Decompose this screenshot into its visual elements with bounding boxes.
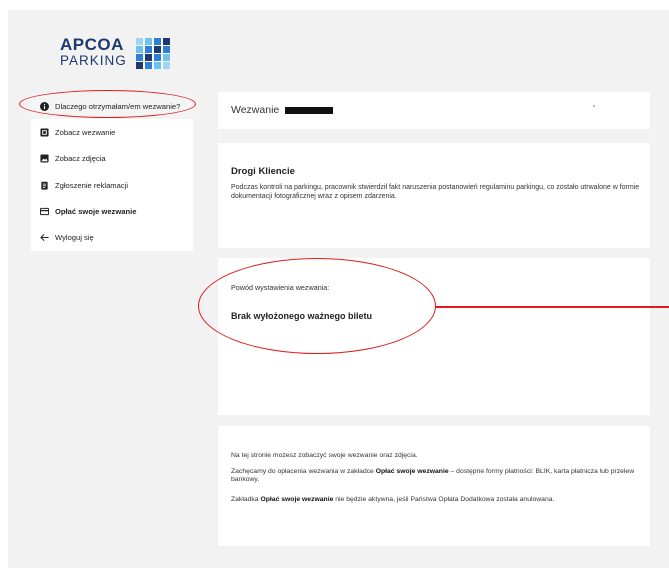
- sidebar-item-view-summons[interactable]: Zobacz wezwanie: [31, 119, 193, 145]
- info-text: Zakładka: [231, 496, 261, 503]
- image-icon: [40, 154, 49, 163]
- sidebar-item-why-summons[interactable]: Dlaczego otrzymałam/em wezwanie?: [31, 93, 193, 120]
- greeting-heading: Drogi Kliencie: [231, 166, 295, 177]
- logo-parking-text: PARKING: [60, 53, 127, 68]
- page-title: Wezwanie: [231, 104, 334, 116]
- info-text: nie będzie aktywna, jeśli Państwa Opłata…: [333, 496, 555, 503]
- intro-panel: Drogi Kliencie Podczas kontroli na parki…: [218, 143, 650, 248]
- sidebar-item-label: Zobacz zdjęcia: [55, 154, 106, 164]
- credit-card-icon: [40, 207, 49, 216]
- decorative-dot: [593, 105, 595, 107]
- arrow-left-icon: [40, 233, 49, 242]
- sidebar-item-label: Zobacz wezwanie: [55, 127, 116, 137]
- info-line-view: Na tej stronie możesz zobaczyć swoje wez…: [231, 452, 418, 459]
- sidebar-item-view-photos[interactable]: Zobacz zdjęcia: [31, 146, 193, 172]
- pay-tab-reference: Opłać swoje wezwanie: [260, 496, 334, 503]
- reason-value: Brak wyłożonego ważnego biletu: [231, 311, 373, 321]
- sidebar-item-logout[interactable]: Wyloguj się: [31, 224, 193, 250]
- info-line-inactive: Zakładka Opłać swoje wezwanie nie będzie…: [231, 496, 641, 504]
- info-text: Zachęcamy do opłacenia wezwania w zakład…: [231, 468, 376, 475]
- logo-apcoa-text: APCOA: [60, 35, 124, 54]
- sidebar-item-label: Zgłoszenie reklamacji: [55, 180, 129, 190]
- info-panel: Na tej stronie możesz zobaczyć swoje wez…: [218, 426, 650, 546]
- apcoa-logo[interactable]: APCOA PARKING: [60, 36, 170, 70]
- intro-text: Podczas kontroli na parkingu, pracownik …: [231, 184, 640, 200]
- document-icon: [40, 128, 49, 137]
- info-line-pay: Zachęcamy do opłacenia wezwania w zakład…: [231, 468, 641, 484]
- sidebar-item-label: Opłać swoje wezwanie: [55, 206, 137, 216]
- redacted-summons-number: [285, 106, 334, 114]
- sidebar-item-label: Dlaczego otrzymałam/em wezwanie?: [55, 101, 181, 111]
- sidebar-item-pay-summons[interactable]: Opłać swoje wezwanie: [31, 198, 193, 224]
- sidebar-nav: Dlaczego otrzymałam/em wezwanie? Zobacz …: [31, 93, 193, 251]
- sidebar-item-label: Wyloguj się: [55, 233, 94, 243]
- annotation-line: [435, 306, 669, 308]
- summons-header-panel: Wezwanie: [218, 92, 650, 129]
- summons-title-text: Wezwanie: [231, 104, 280, 116]
- reason-label: Powód wystawienia wezwania:: [231, 283, 330, 292]
- clipboard-icon: [40, 181, 49, 190]
- reason-panel: Powód wystawienia wezwania: Brak wyłożon…: [218, 258, 650, 415]
- sidebar-item-complaint[interactable]: Zgłoszenie reklamacji: [31, 172, 193, 198]
- logo-mark-icon: [136, 38, 170, 69]
- info-icon: [40, 101, 49, 111]
- pay-tab-reference: Opłać swoje wezwanie: [375, 468, 449, 475]
